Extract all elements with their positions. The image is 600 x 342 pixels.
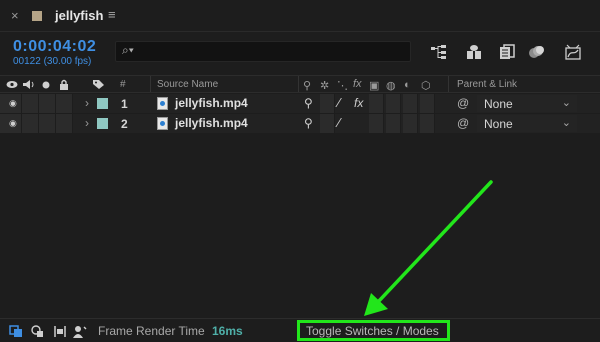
3d-layer-switch[interactable]: [420, 94, 435, 113]
label-tag-header-icon[interactable]: [92, 79, 105, 90]
motion-blur-switch[interactable]: [386, 114, 401, 133]
quality-switch[interactable]: ∕: [338, 115, 340, 130]
collapse-transform-header-icon[interactable]: ✲: [320, 79, 329, 92]
layer-source-name[interactable]: jellyfish.mp4: [175, 116, 248, 130]
frame-blend-header-icon[interactable]: ▣: [369, 79, 379, 92]
frame-blend-switch[interactable]: [369, 94, 384, 113]
parent-dropdown[interactable]: None ⌄: [477, 95, 577, 112]
audio-switch-cell[interactable]: [22, 114, 39, 133]
layer-number: 1: [121, 97, 128, 111]
video-switch-cell[interactable]: ◉: [0, 114, 22, 133]
timeline-footer: Frame Render Time 16ms Toggle Switches /…: [0, 318, 600, 342]
audio-switch-header-icon[interactable]: [22, 79, 35, 90]
parent-value: None: [484, 117, 513, 131]
parent-link-header[interactable]: Parent & Link: [457, 79, 517, 90]
transfer-controls-pane-icon[interactable]: [31, 325, 45, 338]
panel-header: × jellyfish ≡: [0, 0, 600, 32]
adjustment-layer-switch[interactable]: [403, 94, 418, 113]
quality-header-icon[interactable]: ⋱: [337, 79, 348, 92]
motion-blur-header-icon[interactable]: ◍: [386, 79, 396, 92]
3d-layer-switch[interactable]: [420, 114, 435, 133]
column-divider: [298, 76, 299, 92]
3d-layer-header-icon[interactable]: ⬡: [421, 79, 431, 92]
render-time-pane-icon[interactable]: [73, 325, 87, 338]
layer-number: 2: [121, 117, 128, 131]
adjustment-layer-header-icon[interactable]: ◐: [404, 79, 411, 91]
column-divider: [150, 76, 151, 92]
panel-menu-icon[interactable]: ≡: [108, 7, 116, 22]
expand-layer-chevron-icon[interactable]: ›: [85, 116, 89, 130]
frame-render-time-label: Frame Render Time: [98, 324, 205, 338]
eye-icon[interactable]: ◉: [9, 98, 17, 109]
shy-switch[interactable]: ⚲: [304, 96, 313, 110]
shy-switch[interactable]: ⚲: [304, 116, 313, 130]
effects-switch[interactable]: fx: [354, 96, 363, 110]
composition-flowchart-icon[interactable]: [430, 44, 448, 60]
audio-switch-cell[interactable]: [22, 94, 39, 113]
in-out-duration-pane-icon[interactable]: [53, 325, 67, 338]
solo-switch-cell[interactable]: [39, 114, 56, 133]
layer-label-color[interactable]: [97, 118, 108, 129]
chevron-down-icon: ⌄: [561, 97, 571, 109]
collapse-transform-switch[interactable]: [320, 114, 335, 133]
effects-header-icon[interactable]: fx: [353, 78, 362, 90]
motion-blur-switch[interactable]: [386, 94, 401, 113]
solo-switch-cell[interactable]: [39, 94, 56, 113]
layer-number-header[interactable]: #: [120, 79, 126, 90]
motion-blur-icon[interactable]: [528, 44, 546, 60]
layer-row[interactable]: ◉ › 2 jellyfish.mp4 ⚲ ∕ @ None ⌄: [0, 114, 600, 133]
source-name-header[interactable]: Source Name: [157, 79, 218, 90]
toggle-switches-modes-highlight[interactable]: Toggle Switches / Modes: [297, 320, 450, 341]
footage-file-icon: [157, 117, 168, 130]
parent-pick-whip-icon[interactable]: @: [457, 116, 469, 130]
frame-blending-icon[interactable]: [498, 44, 516, 60]
video-switch-header-icon[interactable]: [6, 80, 18, 89]
parent-pick-whip-icon[interactable]: @: [457, 96, 469, 110]
parent-dropdown[interactable]: None ⌄: [477, 115, 577, 132]
draft-3d-icon[interactable]: [465, 44, 483, 60]
frame-render-time-value: 16ms: [212, 324, 243, 338]
eye-icon[interactable]: ◉: [9, 118, 17, 129]
lock-header-icon[interactable]: [59, 79, 69, 90]
frame-count-display: 00122 (30.00 fps): [13, 56, 92, 67]
lock-switch-cell[interactable]: [56, 114, 73, 133]
composition-tab-title[interactable]: jellyfish: [55, 8, 103, 23]
layer-search-input[interactable]: ⌕▾: [115, 41, 411, 62]
layer-column-headers: # Source Name ⚲ ✲ ⋱ fx ▣ ◍ ◐ ⬡ Parent & …: [0, 75, 600, 93]
close-tab-button[interactable]: ×: [11, 8, 19, 23]
video-switch-cell[interactable]: ◉: [0, 94, 22, 113]
layer-source-name[interactable]: jellyfish.mp4: [175, 96, 248, 110]
shy-switch-header-icon[interactable]: ⚲: [303, 79, 311, 92]
adjustment-layer-switch[interactable]: [403, 114, 418, 133]
search-icon: ⌕▾: [122, 43, 134, 57]
parent-value: None: [484, 97, 513, 111]
lock-switch-cell[interactable]: [56, 94, 73, 113]
current-time-display[interactable]: 0:00:04:02: [13, 38, 96, 56]
composition-label-swatch: [32, 11, 42, 21]
collapse-transform-switch[interactable]: [320, 94, 335, 113]
column-divider: [448, 76, 449, 92]
toggle-switches-modes-button[interactable]: Toggle Switches / Modes: [306, 324, 439, 338]
graph-editor-icon[interactable]: [564, 44, 582, 60]
solo-switch-header-icon[interactable]: [42, 81, 50, 89]
layer-row[interactable]: ◉ › 1 jellyfish.mp4 ⚲ ∕ fx @ None ⌄: [0, 94, 600, 113]
frame-blend-switch[interactable]: [369, 114, 384, 133]
expand-layer-chevron-icon[interactable]: ›: [85, 96, 89, 110]
quality-switch[interactable]: ∕: [338, 95, 340, 110]
chevron-down-icon: ⌄: [561, 117, 571, 129]
footage-file-icon: [157, 97, 168, 110]
layer-label-color[interactable]: [97, 98, 108, 109]
layer-switches-pane-icon[interactable]: [9, 325, 23, 338]
